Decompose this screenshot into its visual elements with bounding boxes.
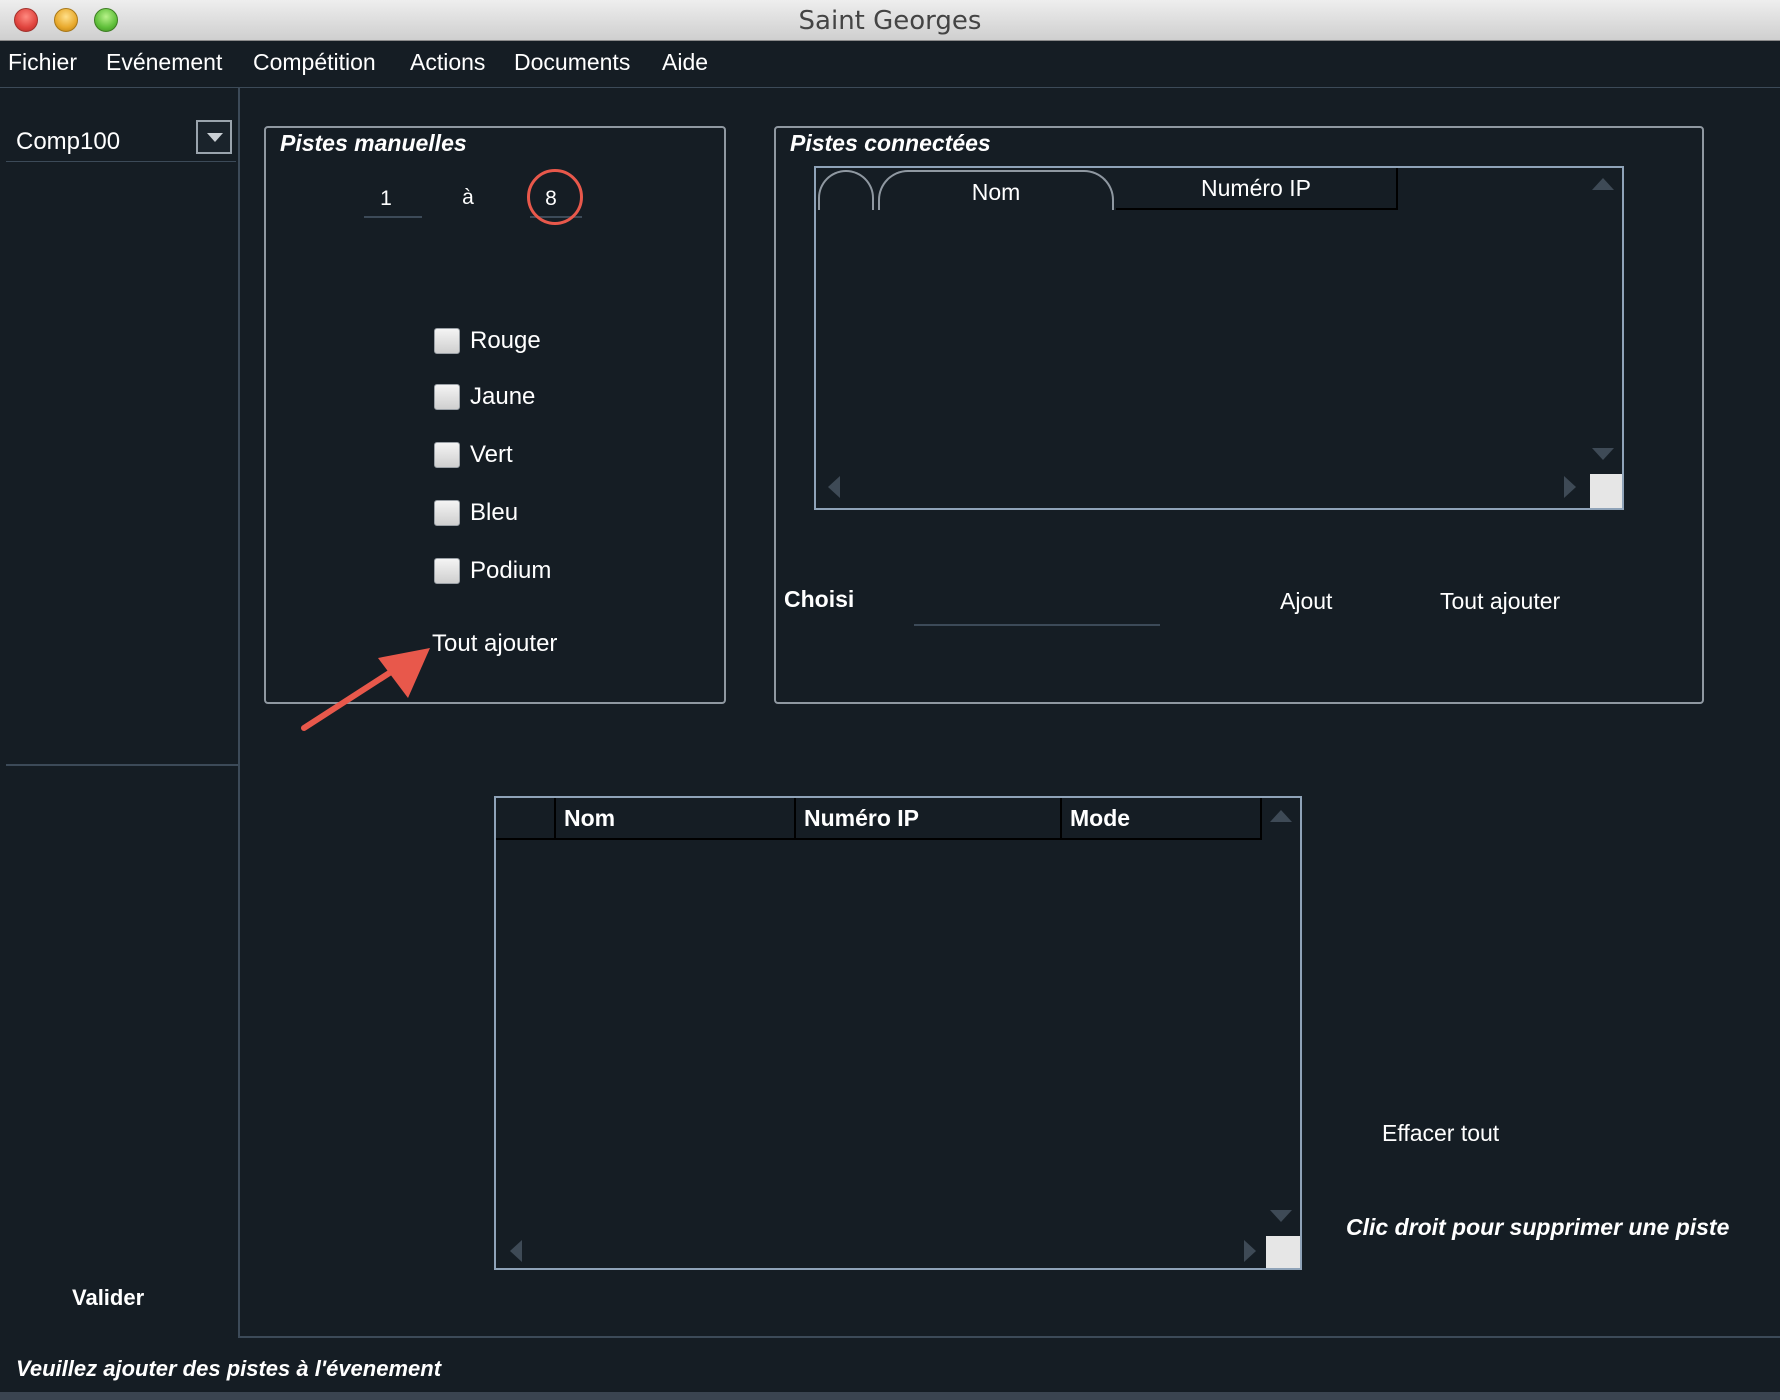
checkbox-label: Rouge [470,327,541,354]
track-from-field[interactable]: 1 [364,187,408,211]
chosen-label: Choisi [784,586,855,612]
competition-select-value[interactable]: Comp100 [16,128,120,156]
scroll-down-icon[interactable] [1590,444,1616,464]
menu-documents[interactable]: Documents [514,49,630,76]
tracks-table: Nom Numéro IP Mode [494,796,1302,1270]
divider [238,88,240,1338]
connected-add-all-button[interactable]: Tout ajouter [1440,588,1560,615]
window-title: Saint Georges [798,6,982,36]
annotation-arrow [301,648,430,731]
status-message: Veuillez ajouter des pistes à l'évenemen… [16,1356,442,1381]
connected-tracks-title: Pistes connectées [790,130,991,156]
checkbox-label: Jaune [470,383,536,410]
divider [364,216,422,218]
annotation-circle [527,169,583,225]
menu-fichier[interactable]: Fichier [8,49,77,76]
right-click-hint: Clic droit pour supprimer une piste [1346,1214,1730,1240]
competition-dropdown-button[interactable] [196,120,232,154]
checkbox-label: Bleu [470,499,519,526]
table-select-column-header[interactable] [818,170,874,210]
menu-competition[interactable]: Compétition [253,49,376,76]
column-header-ip[interactable]: Numéro IP [1116,168,1398,210]
scroll-left-icon[interactable] [506,1238,526,1264]
column-header-nom[interactable]: Nom [878,170,1114,210]
menu-aide[interactable]: Aide [662,49,708,76]
title-bar: Saint Georges [0,0,1780,41]
scroll-up-icon[interactable] [1590,174,1616,194]
scroll-right-icon[interactable] [1560,474,1580,500]
divider [6,764,238,766]
manual-add-all-button[interactable]: Tout ajouter [432,630,557,658]
checkbox-label: Podium [470,557,552,584]
manual-tracks-group [264,126,726,704]
chevron-down-icon [207,133,223,142]
column-header-mode[interactable]: Mode [1062,798,1262,840]
table-row-header [496,798,556,840]
divider [238,1336,1780,1338]
divider [6,161,236,162]
column-header-ip[interactable]: Numéro IP [796,798,1062,840]
manual-tracks-title: Pistes manuelles [280,130,467,156]
status-bar-edge [0,1392,1780,1400]
checkbox-jaune[interactable] [434,384,460,410]
checkbox-podium[interactable] [434,558,460,584]
scroll-corner [1266,1236,1300,1268]
validate-button[interactable]: Valider [72,1285,144,1311]
clear-all-button[interactable]: Effacer tout [1382,1120,1499,1147]
scroll-up-icon[interactable] [1268,806,1294,826]
checkbox-bleu[interactable] [434,500,460,526]
scroll-corner [1590,474,1622,508]
scroll-down-icon[interactable] [1268,1206,1294,1226]
scroll-right-icon[interactable] [1240,1238,1260,1264]
menu-evenement[interactable]: Evénement [106,49,222,76]
menu-bar: Fichier Evénement Compétition Actions Do… [0,41,1780,88]
column-header-nom[interactable]: Nom [556,798,796,840]
add-button[interactable]: Ajout [1280,588,1332,615]
to-label: à [462,186,474,209]
checkbox-label: Vert [470,441,513,468]
checkbox-vert[interactable] [434,442,460,468]
chosen-input[interactable] [914,624,1160,626]
scroll-left-icon[interactable] [824,474,844,500]
connected-tracks-table: Nom Numéro IP [814,166,1624,510]
checkbox-rouge[interactable] [434,328,460,354]
menu-actions[interactable]: Actions [410,49,485,76]
